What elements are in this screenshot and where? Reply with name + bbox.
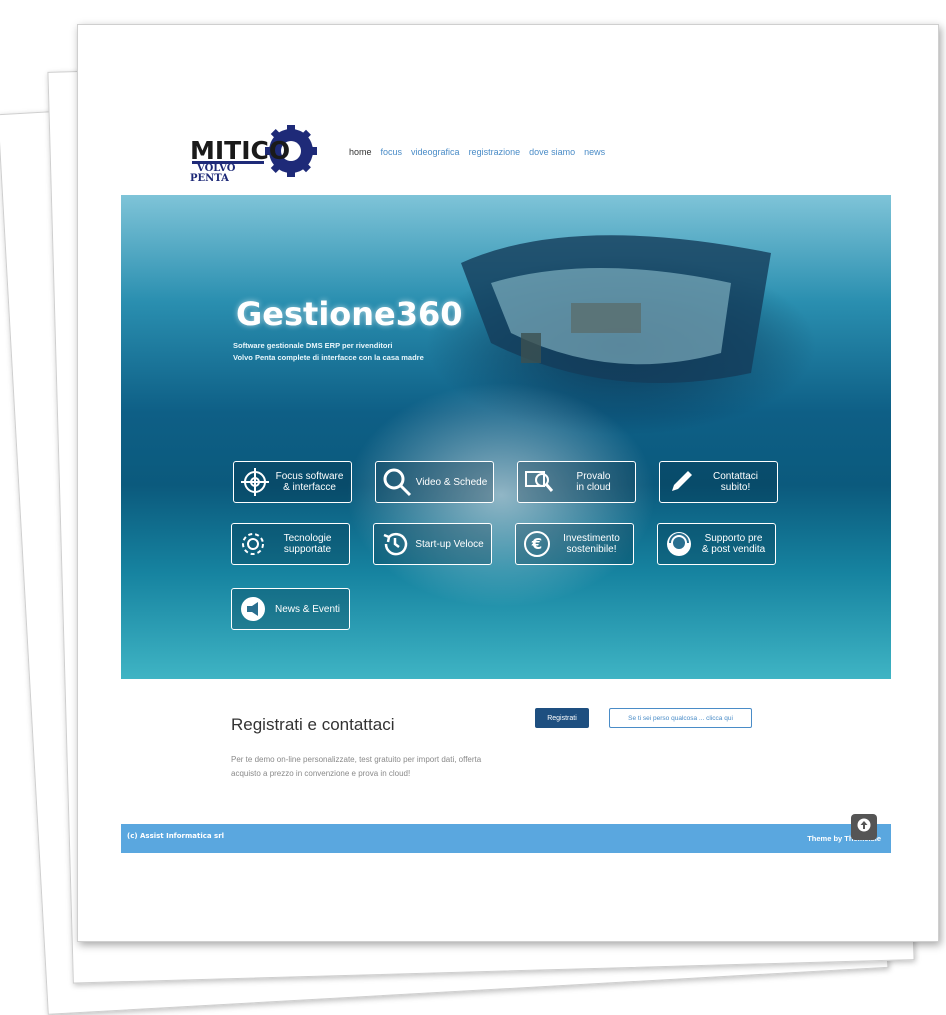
megaphone-icon [236, 592, 270, 626]
monitor-search-icon [522, 465, 556, 499]
tile-label: Start-up Veloce [415, 538, 484, 550]
tile-label: Investimento sostenibile! [563, 533, 620, 555]
main-nav: home focus videografica registrazione do… [349, 147, 605, 157]
tile-label: Supporto pre & post vendita [701, 533, 766, 555]
svg-text:€: € [531, 535, 542, 553]
headset-icon [662, 527, 696, 561]
lost-something-button[interactable]: Se ti sei perso qualcosa ... clicca qui [609, 708, 752, 728]
tile-label: Contattaci subito! [712, 471, 759, 493]
gear-icon [236, 527, 270, 561]
boat-hull-image [461, 235, 771, 383]
nav-item-home[interactable]: home [349, 147, 372, 157]
history-icon [378, 527, 412, 561]
hero-subtitle-line1: Software gestionale DMS ERP per rivendit… [233, 341, 393, 350]
tile-label: Provalo in cloud [576, 471, 611, 493]
target-icon [238, 465, 272, 499]
tile-tecnologie[interactable]: Tecnologie supportate [231, 523, 350, 565]
hero-title: Gestione360 [236, 295, 463, 333]
tile-supporto[interactable]: Supporto pre & post vendita [657, 523, 776, 565]
hero-subtitle: Software gestionale DMS ERP per rivendit… [233, 340, 424, 364]
scroll-to-top-button[interactable] [851, 814, 877, 840]
logo-text: MITICO [190, 136, 290, 165]
mitico-logo[interactable]: MITICO VOLVO PENTA [188, 123, 323, 185]
tile-video-schede[interactable]: Video & Schede [375, 461, 494, 503]
footer-bar: (c) Assist Informatica srl Theme by Them… [121, 824, 891, 853]
hero-banner: Gestione360 Software gestionale DMS ERP … [121, 195, 891, 679]
hero-subtitle-line2: Volvo Penta complete di interfacce con l… [233, 353, 424, 362]
tile-investimento[interactable]: € Investimento sostenibile! [515, 523, 634, 565]
tile-provalo-cloud[interactable]: Provalo in cloud [517, 461, 636, 503]
nav-item-news[interactable]: news [584, 147, 605, 157]
magnifier-icon [380, 465, 414, 499]
cta-title: Registrati e contattaci [231, 715, 395, 734]
tile-label: Video & Schede [415, 476, 488, 488]
footer-copyright: (c) Assist Informatica srl [127, 832, 225, 840]
tile-startup-veloce[interactable]: Start-up Veloce [373, 523, 492, 565]
nav-item-focus[interactable]: focus [381, 147, 403, 157]
logo-penta: PENTA [190, 173, 229, 184]
cta-text: Per te demo on-line personalizzate, test… [231, 755, 482, 778]
register-button[interactable]: Registrati [535, 708, 589, 728]
tile-focus-software[interactable]: Focus software & interfacce [233, 461, 352, 503]
tile-label: Focus software & interfacce [275, 471, 344, 493]
tile-contattaci[interactable]: Contattaci subito! [659, 461, 778, 503]
tile-news-eventi[interactable]: News & Eventi [231, 588, 350, 630]
nav-item-registrazione[interactable]: registrazione [469, 147, 521, 157]
nav-item-dove-siamo[interactable]: dove siamo [529, 147, 575, 157]
tile-label: Tecnologie supportate [283, 533, 332, 555]
page-sheet: MITICO VOLVO PENTA home focus videografi… [77, 24, 939, 942]
euro-icon: € [520, 527, 554, 561]
nav-item-videografica[interactable]: videografica [411, 147, 460, 157]
arrow-up-icon [857, 818, 871, 837]
tile-label: News & Eventi [274, 603, 341, 615]
pencil-icon [664, 465, 698, 499]
